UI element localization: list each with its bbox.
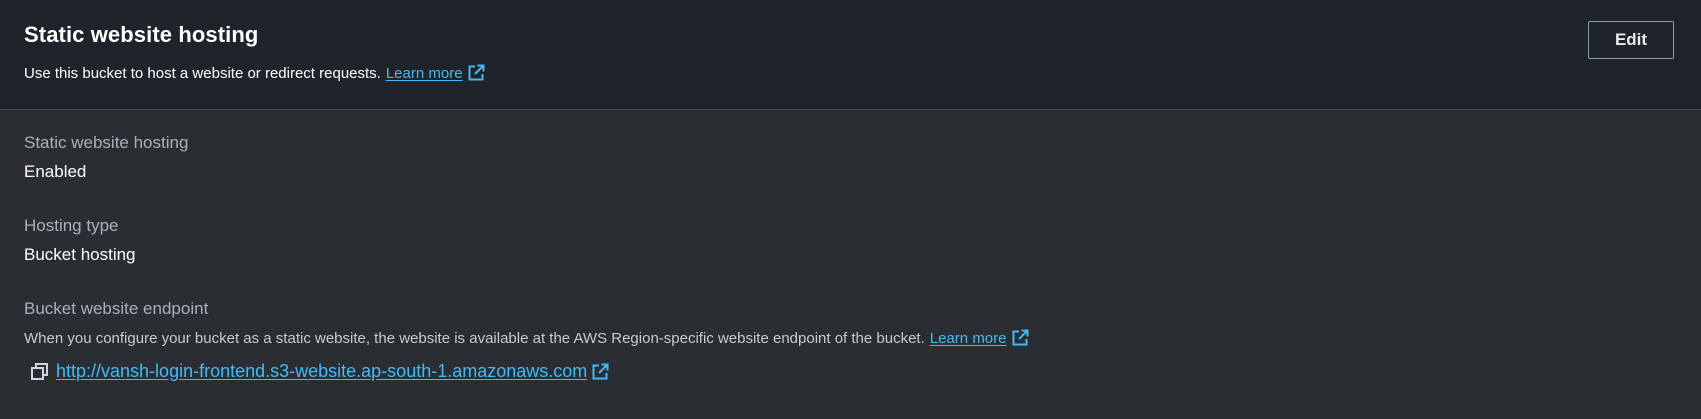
panel-description: Use this bucket to host a website or red… [24,64,485,82]
panel-description-text: Use this bucket to host a website or red… [24,64,381,82]
copy-icon[interactable] [30,362,50,382]
hosting-type-field: Hosting type Bucket hosting [24,216,136,265]
external-link-icon [467,64,485,82]
edit-button[interactable]: Edit [1588,21,1674,59]
endpoint-learn-more-label: Learn more [929,329,1007,347]
panel-title: Static website hosting [24,22,259,47]
endpoint-description: When you configure your bucket as a stat… [24,329,1029,347]
endpoint-label: Bucket website endpoint [24,299,209,318]
endpoint-field: Bucket website endpoint When you configu… [24,299,1029,347]
hosting-value: Enabled [24,162,87,181]
external-link-icon [1011,329,1029,347]
hosting-label: Static website hosting [24,133,189,152]
static-website-hosting-panel: Static website hosting Use this bucket t… [0,0,1701,419]
external-link-icon [591,363,609,381]
endpoint-url-row: http://vansh-login-frontend.s3-website.a… [30,361,609,382]
hosting-type-value: Bucket hosting [24,245,136,264]
endpoint-learn-more-link[interactable]: Learn more [930,329,1029,347]
learn-more-link[interactable]: Learn more [386,64,485,82]
endpoint-description-text: When you configure your bucket as a stat… [24,329,925,347]
endpoint-url: http://vansh-login-frontend.s3-website.a… [56,361,588,381]
learn-more-label: Learn more [385,64,463,82]
panel-header: Static website hosting Use this bucket t… [0,0,1701,110]
hosting-field: Static website hosting Enabled [24,133,188,182]
endpoint-url-link[interactable]: http://vansh-login-frontend.s3-website.a… [56,361,609,382]
hosting-type-label: Hosting type [24,216,119,235]
